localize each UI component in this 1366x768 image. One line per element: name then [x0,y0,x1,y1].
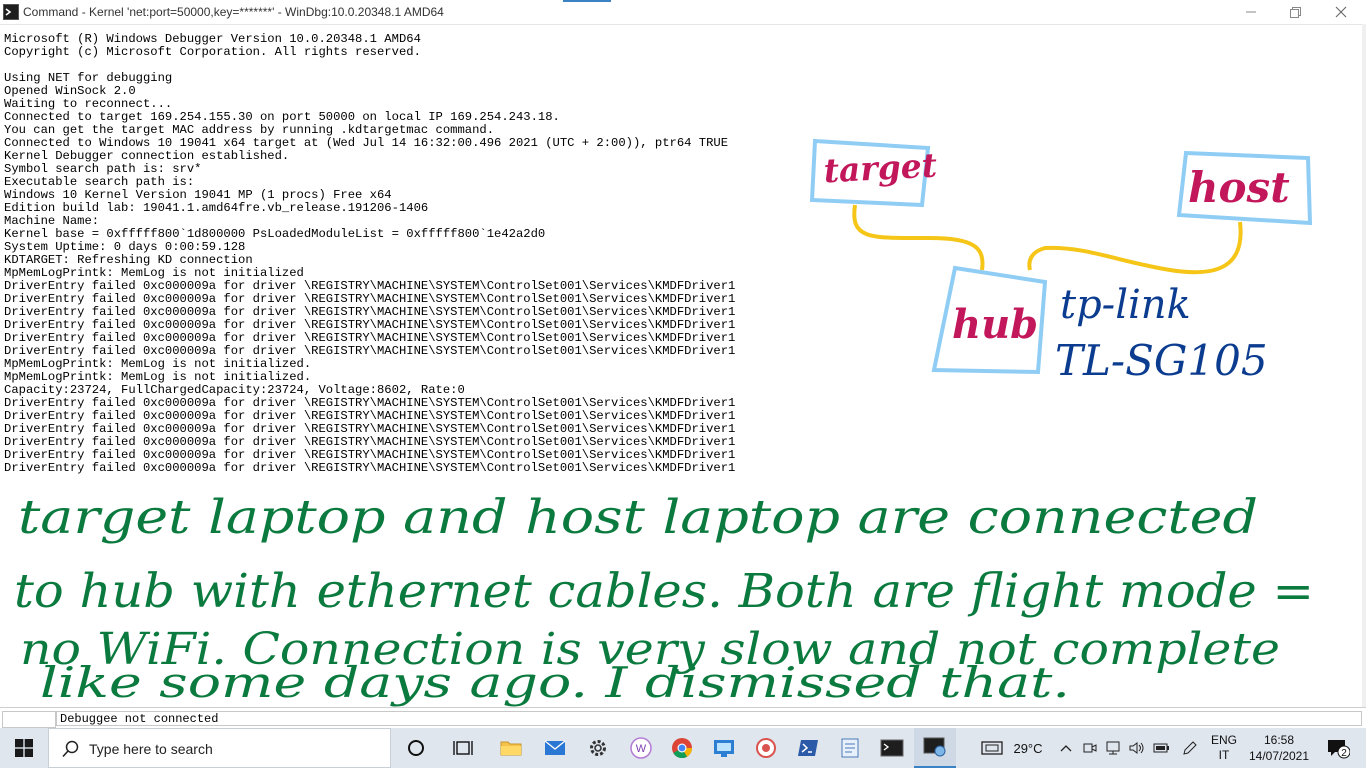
command-bar: Debuggee not connected [0,707,1366,729]
notepad-icon [841,738,859,758]
remote-desktop-icon [714,740,734,757]
remote-desktop-button[interactable] [704,728,744,768]
console-line: Opened WinSock 2.0 [4,84,136,98]
restore-button[interactable] [1272,0,1318,24]
window-title: Command - Kernel 'net:port=50000,key=***… [23,5,444,19]
console-line: Symbol search path is: srv* [4,162,202,176]
clock-time: 16:58 [1263,733,1295,747]
battery-plug-icon [1153,743,1169,753]
search-icon [62,740,79,758]
notification-count: 2 [1341,748,1347,759]
language-line1: ENG [1210,733,1237,747]
temperature-label: 29°C [1013,740,1043,756]
meet-now-icon [1083,743,1097,753]
task-view-button[interactable] [443,728,483,768]
terminal-icon [880,739,904,757]
cortana-button[interactable] [396,728,436,768]
file-explorer-icon [500,741,522,756]
office-w-icon: W [630,737,652,759]
console-line: DriverEntry failed 0xc000009a for driver… [4,461,736,475]
debugger-command-output[interactable]: Microsoft (R) Windows Debugger Version 1… [0,33,1366,707]
chrome-button[interactable] [662,728,702,768]
clock-date: 14/07/2021 [1248,749,1310,763]
volume-icon [1129,742,1144,754]
cortana-circle-icon [408,740,424,756]
temperature-label-wrap[interactable]: 29°C [1008,728,1048,768]
window-titlebar: Command - Kernel 'net:port=50000,key=***… [0,0,1366,25]
tray-battery[interactable] [1151,728,1173,768]
console-line: Edition build lab: 19041.1.amd64fre.vb_r… [4,201,429,215]
clock[interactable]: 16:58 14/07/2021 [1246,728,1312,768]
mail-icon [544,740,566,755]
mail-button[interactable] [535,728,575,768]
windbg-button[interactable] [746,728,786,768]
network-icon [1106,741,1120,755]
close-button[interactable] [1318,0,1364,24]
pen-icon [1183,741,1197,755]
tray-pen[interactable] [1178,728,1202,768]
tray-volume[interactable] [1126,728,1148,768]
office-button[interactable]: W [621,728,661,768]
tray-network[interactable] [1102,728,1124,768]
settings-icon [590,740,606,756]
powershell-icon [798,740,818,756]
tray-meet-now[interactable] [1080,728,1100,768]
language-line2: IT [1218,748,1230,762]
taskbar: Type here to search W 29°C ENG IT 16:58 … [0,728,1366,768]
notification-icon: 2 [1328,740,1350,759]
file-explorer-button[interactable] [491,728,531,768]
settings-button[interactable] [578,728,618,768]
console-line: Copyright (c) Microsoft Corporation. All… [4,45,421,59]
language-indicator[interactable]: ENG IT [1204,728,1244,768]
minimize-icon [1246,11,1256,13]
command-prompt [2,711,56,728]
windbg-active-button[interactable] [914,728,956,768]
command-input[interactable]: Debuggee not connected [56,711,1362,726]
console-text: Microsoft (R) Windows Debugger Version 1… [0,33,1366,475]
search-placeholder: Type here to search [89,741,213,757]
console-line: Using NET for debugging [4,71,173,85]
notepad-button[interactable] [830,728,870,768]
restore-icon [1289,6,1301,18]
chrome-icon [672,738,693,759]
vertical-scrollbar[interactable] [1362,24,1366,707]
windbg-icon [756,738,776,758]
windbg-active-icon [923,737,946,757]
chevron-up-icon [1060,745,1072,752]
show-hidden-icons-button[interactable] [1056,728,1076,768]
powershell-button[interactable] [788,728,828,768]
terminal-button[interactable] [872,728,912,768]
task-view-icon [453,741,473,755]
weather-icon [981,741,1003,755]
titlebar-accent-line [563,0,611,2]
windows-logo-icon [15,739,33,757]
taskbar-search-box[interactable]: Type here to search [48,728,391,768]
windbg-app-icon [3,4,19,20]
svg-text:W: W [636,743,647,755]
weather-button[interactable] [978,728,1006,768]
console-line: Kernel Debugger connection established. [4,149,290,163]
notification-center-button[interactable]: 2 [1318,728,1358,768]
minimize-button[interactable] [1228,0,1274,24]
start-button[interactable] [0,728,48,768]
close-icon [1335,6,1347,18]
